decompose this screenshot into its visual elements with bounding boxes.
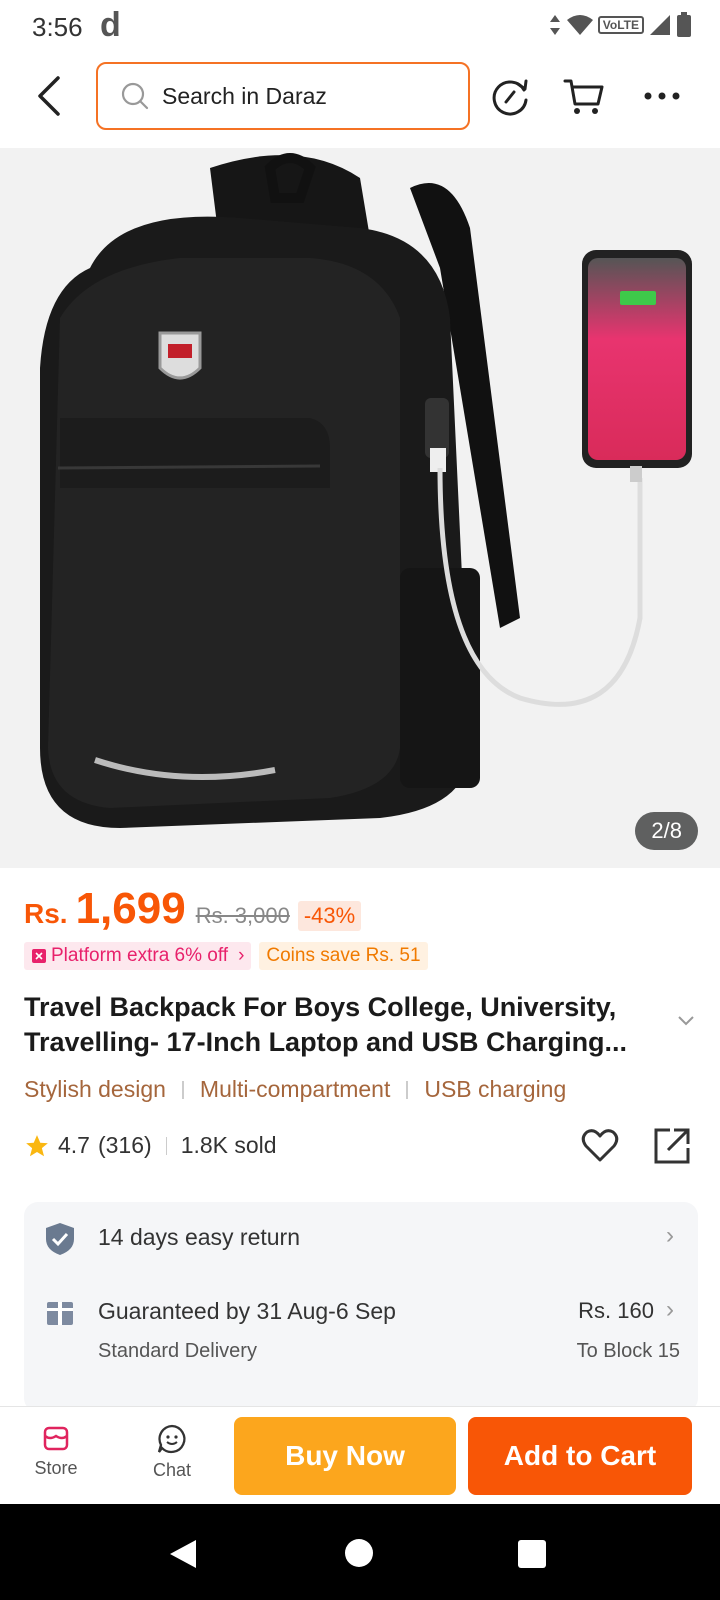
- heart-icon[interactable]: [580, 1126, 620, 1166]
- status-icons: VoLTE: [548, 12, 692, 38]
- feature-item: Multi-compartment: [199, 1076, 391, 1102]
- back-arrow-icon[interactable]: [30, 74, 70, 118]
- delivery-fee: Rs. 160: [578, 1298, 654, 1323]
- add-to-cart-button[interactable]: Add to Cart: [468, 1417, 692, 1495]
- rating-row[interactable]: 4.7 (316) 1.8K sold: [24, 1132, 277, 1159]
- returns-label: 14 days easy return: [98, 1224, 301, 1250]
- divider: [181, 1080, 184, 1099]
- search-input[interactable]: Search in Daraz: [96, 62, 470, 130]
- price-currency: Rs.: [24, 898, 68, 929]
- product-title: Travel Backpack For Boys College, Univer…: [24, 992, 628, 1057]
- product-image-carousel[interactable]: 2/8: [0, 148, 720, 868]
- status-bar: 3:56 d VoLTE: [0, 0, 720, 56]
- chevron-down-icon[interactable]: [676, 1014, 696, 1028]
- buy-now-button[interactable]: Buy Now: [234, 1417, 456, 1495]
- returns-row[interactable]: 14 days easy return ›: [24, 1202, 698, 1276]
- more-icon[interactable]: [640, 74, 684, 118]
- platform-discount-tag[interactable]: Platform extra 6% off ›: [24, 942, 252, 970]
- delivery-type: Standard Delivery: [98, 1340, 257, 1362]
- chevron-right-icon: ›: [238, 945, 245, 966]
- price-value: 1,699: [75, 884, 186, 933]
- service-card: 14 days easy return › Guaranteed by 31 A…: [24, 1202, 698, 1412]
- divider: [165, 1136, 167, 1155]
- cart-icon[interactable]: [562, 74, 606, 118]
- share-icon[interactable]: [652, 1126, 692, 1166]
- promo-row: Platform extra 6% off › Coins save Rs. 5…: [24, 942, 428, 970]
- sold-count: 1.8K sold: [180, 1132, 277, 1158]
- history-icon[interactable]: [488, 74, 532, 118]
- image-counter: 2/8: [635, 812, 698, 850]
- feature-item: USB charging: [424, 1076, 567, 1102]
- wifi-icon: [566, 15, 593, 35]
- package-icon: [47, 1302, 73, 1325]
- feature-item: Stylish design: [24, 1076, 166, 1102]
- rating-score: 4.7: [58, 1132, 90, 1158]
- top-header: Search in Daraz: [0, 56, 720, 148]
- nav-home-icon[interactable]: [344, 1538, 374, 1568]
- store-label: Store: [34, 1458, 78, 1478]
- chevron-right-icon: ›: [666, 1222, 674, 1249]
- data-arrows-icon: [549, 15, 560, 35]
- chat-label: Chat: [152, 1460, 192, 1480]
- system-nav-bar: [0, 1504, 720, 1600]
- store-icon: [43, 1426, 69, 1451]
- delivery-guarantee: Guaranteed by 31 Aug-6 Sep: [98, 1298, 396, 1324]
- store-button[interactable]: Store: [16, 1423, 96, 1479]
- delivery-destination: To Block 15: [576, 1340, 680, 1362]
- platform-discount-label: Platform extra 6% off: [51, 945, 229, 966]
- chat-icon: [157, 1424, 186, 1454]
- coins-save-tag: Coins save Rs. 51: [259, 942, 428, 970]
- app-notification-icon: d: [100, 6, 121, 44]
- rating-count: (316): [97, 1132, 152, 1158]
- discount-badge: -43%: [297, 901, 362, 931]
- delivery-row[interactable]: Guaranteed by 31 Aug-6 Sep Standard Deli…: [24, 1276, 698, 1376]
- nav-back-icon[interactable]: [168, 1538, 198, 1570]
- search-icon: [121, 82, 149, 110]
- battery-icon: [677, 12, 691, 37]
- nav-recents-icon[interactable]: [518, 1540, 546, 1568]
- star-icon: [26, 1134, 48, 1156]
- search-placeholder: Search in Daraz: [162, 82, 327, 109]
- voucher-icon: [32, 949, 46, 963]
- price-row: Rs. 1,699 Rs. 3,000 -43%: [24, 884, 362, 934]
- feature-highlights: Stylish design Multi-compartment USB cha…: [24, 1076, 566, 1103]
- signal-icon: [650, 15, 670, 35]
- coins-save-label: Coins save Rs. 51: [266, 945, 421, 966]
- backpack-product-photo: [0, 148, 720, 868]
- shield-check-icon: [46, 1223, 74, 1255]
- status-time: 3:56: [32, 12, 83, 42]
- divider: [406, 1080, 409, 1099]
- original-price: Rs. 3,000: [195, 903, 290, 928]
- chat-button[interactable]: Chat: [132, 1423, 212, 1481]
- chevron-right-icon: ›: [666, 1296, 674, 1323]
- bottom-action-bar: Store Chat Buy Now Add to Cart: [0, 1406, 720, 1504]
- volte-badge: VoLTE: [597, 16, 644, 34]
